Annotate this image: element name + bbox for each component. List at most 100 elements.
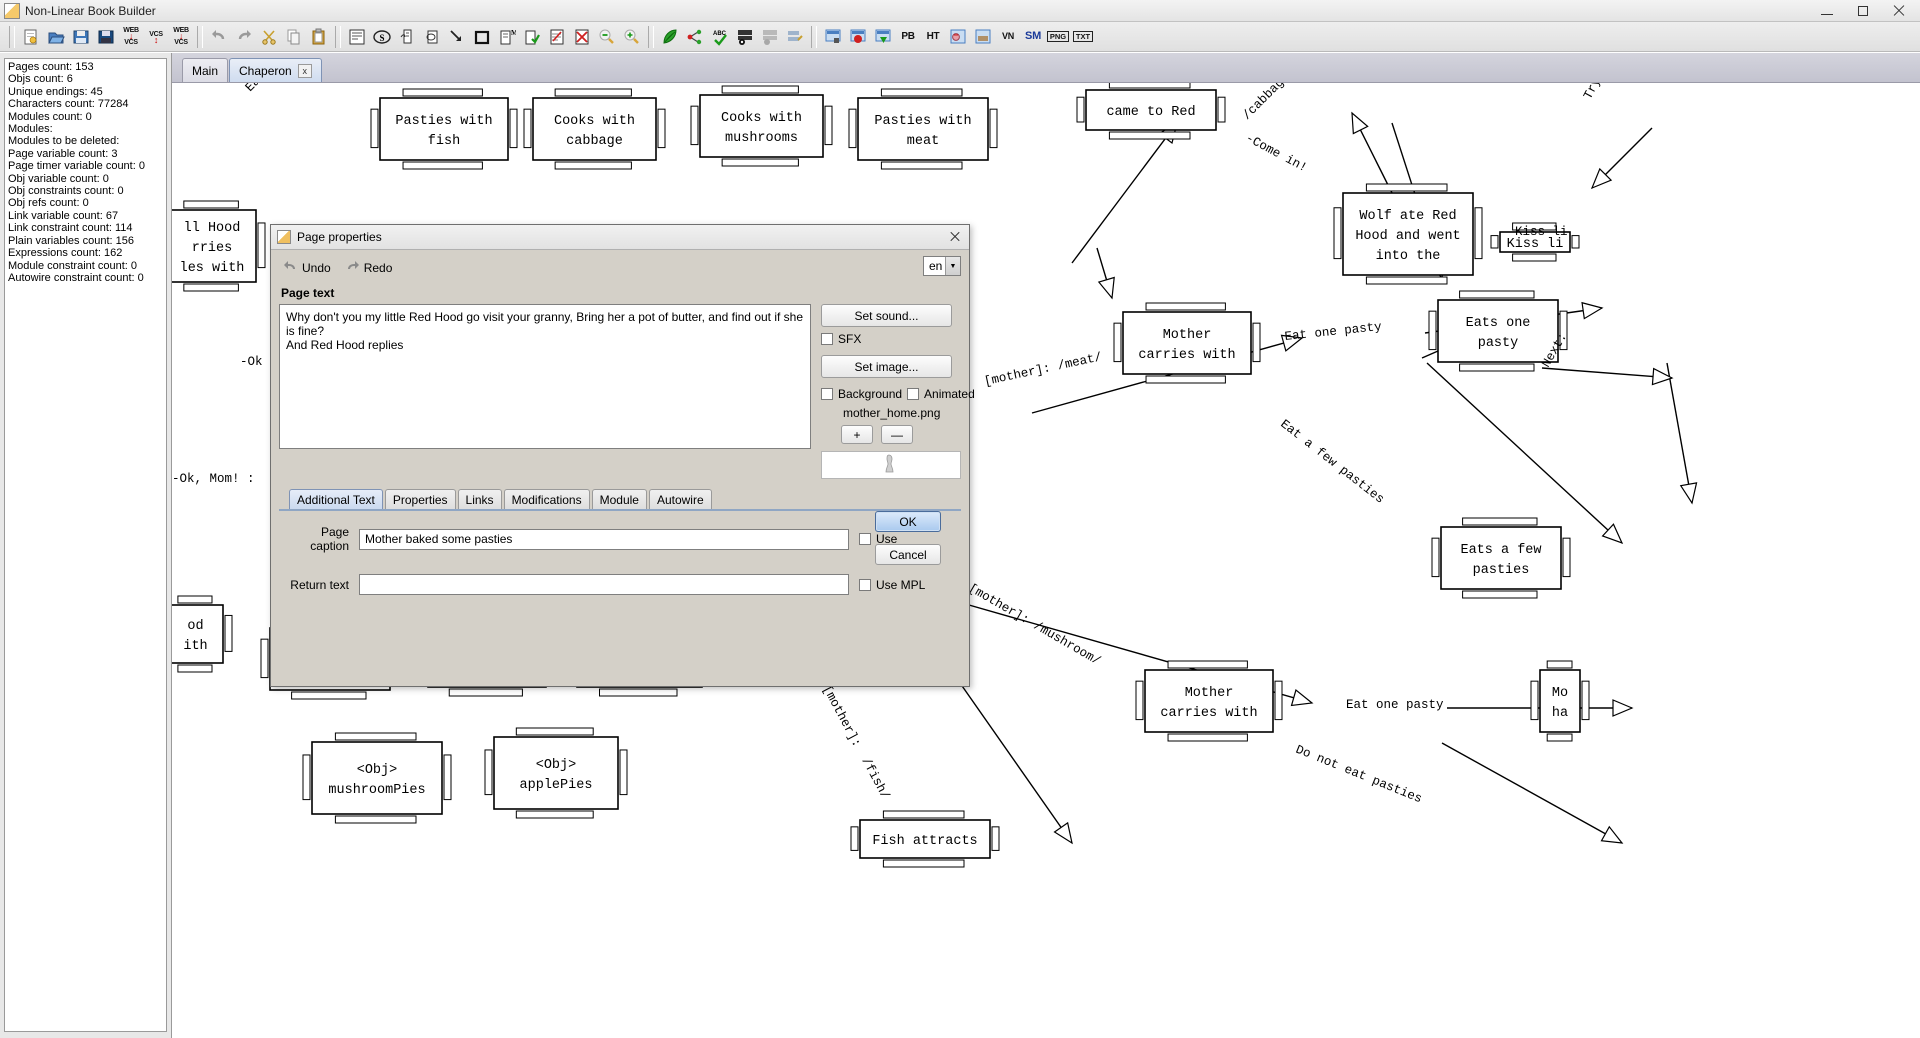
export-txt-icon[interactable]: TXT [1071,25,1095,49]
arrow-down-right-icon[interactable] [445,25,469,49]
background-checkbox[interactable] [821,388,833,400]
node-port-left[interactable] [485,750,492,795]
node-port-bottom[interactable] [1109,132,1190,139]
graph-node[interactable]: Mothercarries with [1114,303,1260,383]
node-port-bottom[interactable] [403,162,482,169]
run-book-leaf-icon[interactable] [658,25,682,49]
remove-image-button[interactable]: — [881,425,913,444]
dialog-close-icon[interactable] [947,229,963,245]
close-tab-icon[interactable]: x [298,64,312,78]
node-port-top[interactable] [881,89,962,96]
node-port-top[interactable] [184,201,239,208]
dialog-tab-modifications[interactable]: Modifications [504,489,590,509]
vcs-sync-icon[interactable]: VCS↕ [144,25,168,49]
server-stop-icon[interactable] [758,25,782,49]
export-vn-icon[interactable]: VN [996,25,1020,49]
server-settings-icon[interactable] [783,25,807,49]
graph-node[interactable]: ll Hoodrriesles with [172,201,265,291]
paste-icon[interactable] [307,25,331,49]
graph-node-box[interactable] [494,737,618,809]
node-port-top[interactable] [883,811,964,818]
language-select[interactable]: en ▼ [923,256,961,276]
redo-button[interactable]: Redo [341,258,397,278]
node-port-bottom[interactable] [335,816,416,823]
node-port-right[interactable] [258,223,265,268]
export-html-icon[interactable] [971,25,995,49]
graph-edge[interactable] [1427,363,1622,543]
graph-node-box[interactable] [1540,670,1580,732]
node-port-bottom[interactable] [555,162,631,169]
node-port-left[interactable] [849,109,856,147]
magnify-plus-icon[interactable] [620,25,644,49]
node-port-left[interactable] [1432,538,1439,576]
node-port-top[interactable] [178,596,212,603]
graph-node-box[interactable] [1123,312,1251,374]
node-port-bottom[interactable] [600,689,678,696]
node-port-right[interactable] [444,755,451,800]
node-port-left[interactable] [261,639,268,677]
export-png-icon[interactable]: PNG [1046,25,1070,49]
node-port-left[interactable] [851,827,858,851]
graph-node[interactable]: Pasties withfish [371,89,517,169]
graph-node-box[interactable] [312,742,442,814]
export-ql-icon[interactable] [846,25,870,49]
spellcheck-abc-icon[interactable]: ABC [708,25,732,49]
graph-node-box[interactable] [700,95,823,157]
node-port-top[interactable] [1463,518,1537,525]
return-text-input[interactable] [359,574,849,595]
minimize-button[interactable] [1820,4,1834,18]
add-image-button[interactable]: + [841,425,873,444]
node-port-left[interactable] [524,109,531,147]
node-port-left[interactable] [1077,97,1084,122]
copy-icon[interactable] [282,25,306,49]
node-port-right[interactable] [1582,681,1589,719]
graph-edge[interactable] [1442,743,1622,843]
graph-node[interactable]: Cooks withcabbage [524,89,665,169]
animated-checkbox[interactable] [907,388,919,400]
save-book-icon[interactable] [69,25,93,49]
node-port-right[interactable] [1563,538,1570,576]
graph-node[interactable]: Moha [1531,661,1589,741]
export-ascii-icon[interactable] [946,25,970,49]
page-text-input[interactable]: Why don't you my little Red Hood go visi… [279,304,811,449]
node-port-right[interactable] [225,615,232,651]
close-button[interactable] [1892,4,1906,18]
graph-node[interactable]: Cooks withmushrooms [691,86,832,166]
export-nlb-icon[interactable] [821,25,845,49]
graph-edge[interactable] [1667,363,1692,503]
square-select-icon[interactable] [470,25,494,49]
node-port-bottom[interactable] [1146,376,1225,383]
graph-node-box[interactable] [172,605,223,663]
graph-node[interactable]: <Obj>mushroomPies [303,733,451,823]
node-port-bottom[interactable] [722,159,798,166]
export-sm-icon[interactable]: SM [1021,25,1045,49]
node-port-bottom[interactable] [449,689,522,696]
node-port-left[interactable] [1531,681,1538,719]
dialog-tab-autowire[interactable]: Autowire [649,489,712,509]
node-port-left[interactable] [1491,236,1498,248]
undo-arrow-icon[interactable] [207,25,231,49]
node-port-bottom[interactable] [516,811,593,818]
node-port-right[interactable] [1475,208,1482,259]
node-port-top[interactable] [1146,303,1225,310]
graph-node[interactable]: Fish attracts [851,811,999,867]
new-book-icon[interactable] [19,25,43,49]
graph-node[interactable]: Mothercarries with [1136,661,1282,741]
graph-node[interactable]: odith [172,596,232,672]
node-port-top[interactable] [1109,83,1190,88]
node-port-right[interactable] [1275,681,1282,719]
graph-node[interactable]: came to Red [1077,83,1225,139]
page-delete-icon[interactable] [570,25,594,49]
book-tab-chaperon[interactable]: Chaperonx [229,58,322,82]
node-port-right[interactable] [620,750,627,795]
node-port-right[interactable] [1218,97,1225,122]
export-qsp-icon[interactable] [871,25,895,49]
node-port-right[interactable] [510,109,517,147]
node-port-top[interactable] [335,733,416,740]
graph-node[interactable]: Pasties withmeat [849,89,997,169]
node-port-bottom[interactable] [883,860,964,867]
node-port-left[interactable] [1114,323,1121,361]
node-port-top[interactable] [1366,184,1447,191]
graph-node-box[interactable] [1438,300,1558,362]
add-page-icon[interactable] [345,25,369,49]
